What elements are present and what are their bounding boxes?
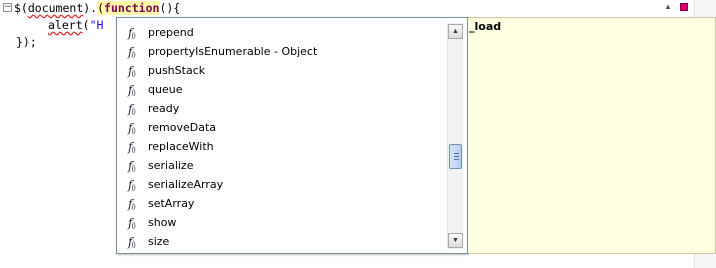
code-line-3: }); xyxy=(16,34,37,50)
code-token: }); xyxy=(16,35,37,49)
proposal-label: removeData xyxy=(148,121,217,134)
function-icon: f() xyxy=(128,82,136,97)
up-arrow-icon[interactable]: ▲ xyxy=(662,2,674,12)
proposal-label: queue xyxy=(148,83,183,96)
proposal-item[interactable]: f() serializeArray xyxy=(123,175,447,194)
proposal-item[interactable]: f() ready xyxy=(123,99,447,118)
code-line-2: alert("H xyxy=(48,17,103,33)
proposal-item[interactable]: f() propertyIsEnumerable - Object xyxy=(123,42,447,61)
function-icon: f() xyxy=(128,63,136,78)
grip-line xyxy=(454,156,459,157)
content-assist-popup: f() prepend f() propertyIsEnumerable - Obje… xyxy=(116,17,468,254)
code-token: ( xyxy=(82,18,90,32)
code-token: (){ xyxy=(159,1,181,15)
code-token-alert: alert xyxy=(48,18,83,32)
down-arrow-icon: ▼ xyxy=(452,237,459,244)
function-icon: f() xyxy=(128,196,136,211)
code-token: ( xyxy=(97,1,105,15)
code-keyword-function: function xyxy=(104,1,160,15)
proposal-item[interactable]: f() size xyxy=(123,232,447,251)
proposal-item[interactable]: f() removeData xyxy=(123,118,447,137)
code-token: $( xyxy=(14,1,28,15)
function-icon: f() xyxy=(128,120,136,135)
overview-ruler-marker[interactable] xyxy=(680,3,688,11)
proposal-item[interactable]: f() setArray xyxy=(123,194,447,213)
scroll-up-button[interactable]: ▲ xyxy=(448,24,463,39)
fold-collapse-icon[interactable]: − xyxy=(3,3,12,12)
function-icon: f() xyxy=(128,177,136,192)
proposal-label: size xyxy=(148,235,170,248)
proposal-item[interactable]: f() replaceWith xyxy=(123,137,447,156)
up-arrow-icon: ▲ xyxy=(452,28,459,35)
function-icon: f() xyxy=(128,215,136,230)
documentation-text: _load xyxy=(469,20,502,33)
code-token-document: document xyxy=(27,1,84,15)
proposal-label: propertyIsEnumerable - Object xyxy=(148,45,318,58)
proposal-item[interactable]: f() serialize xyxy=(123,156,447,175)
function-icon: f() xyxy=(128,139,136,154)
function-icon: f() xyxy=(128,234,136,249)
proposal-scrollbar[interactable]: ▲ ▼ xyxy=(447,23,463,249)
function-icon: f() xyxy=(128,158,136,173)
proposal-label: pushStack xyxy=(148,64,206,77)
proposal-label: prepend xyxy=(148,26,194,39)
function-icon: f() xyxy=(128,101,136,116)
function-icon: f() xyxy=(128,25,136,40)
scroll-down-button[interactable]: ▼ xyxy=(448,233,463,248)
proposal-list[interactable]: f() prepend f() propertyIsEnumerable - Obje… xyxy=(123,23,447,251)
proposal-label: ready xyxy=(148,102,180,115)
code-token: ). xyxy=(83,1,98,15)
grip-line xyxy=(454,153,459,154)
proposal-label: replaceWith xyxy=(148,140,214,153)
proposal-label: serializeArray xyxy=(148,178,224,191)
proposal-item[interactable]: f() pushStack xyxy=(123,61,447,80)
function-icon: f() xyxy=(128,44,136,59)
code-string: "H xyxy=(89,18,104,32)
scroll-thumb[interactable] xyxy=(449,144,462,169)
proposal-label: setArray xyxy=(148,197,195,210)
proposal-label: show xyxy=(148,216,177,229)
proposal-label: serialize xyxy=(148,159,194,172)
documentation-popup: _load xyxy=(468,17,716,254)
proposal-item[interactable]: f() prepend xyxy=(123,23,447,42)
proposal-item[interactable]: f() queue xyxy=(123,80,447,99)
code-line-1: $(document).(function(){ xyxy=(14,0,180,16)
proposal-item[interactable]: f() show xyxy=(123,213,447,232)
grip-line xyxy=(454,159,459,160)
